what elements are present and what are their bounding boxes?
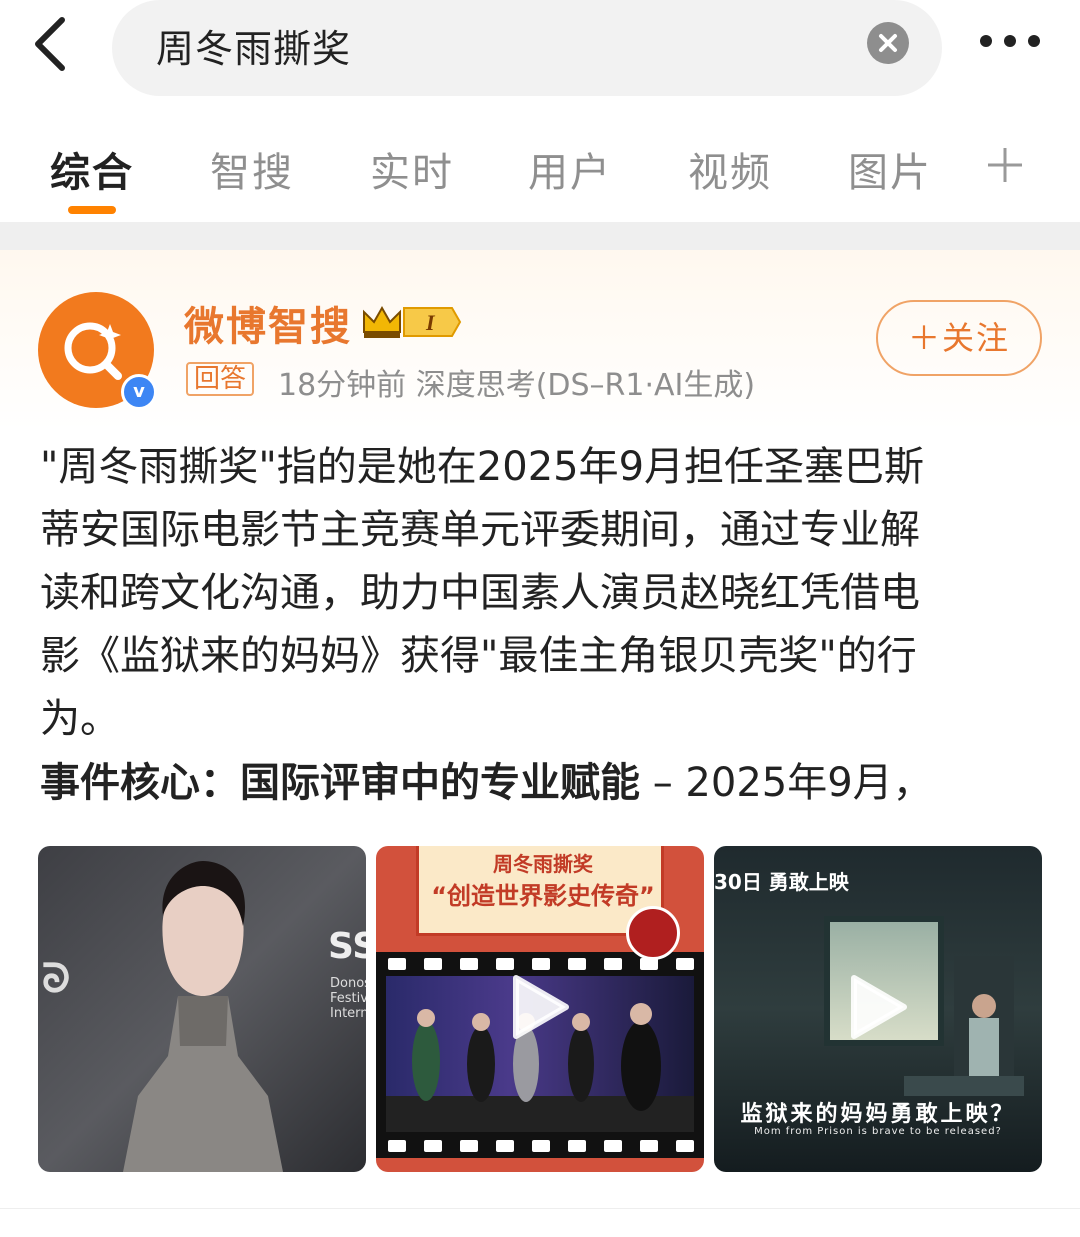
tab-yonghu[interactable]: 用户 [528,140,612,198]
tab-zonghe[interactable]: 综合 [50,140,134,198]
tab-shishi[interactable]: 实时 [370,140,454,198]
body-line: 影《监狱来的妈妈》获得"最佳主角银贝壳奖"的行 [40,633,917,679]
video-caption: 监狱来的妈妈勇敢上映？ [740,1102,1016,1127]
post-card[interactable]: v 微博智搜 I 回答 18分钟前 深度思考(DS–R1·AI生成) ＋关注 "… [0,250,1080,1210]
verified-icon: v [121,374,157,410]
portrait-image [123,861,283,1172]
active-tab-indicator [68,206,116,214]
back-icon[interactable] [28,12,76,72]
tab-zhisou[interactable]: 智搜 [210,140,294,198]
video-title: 周冬雨撕奖 [493,852,593,876]
subhead-bold: 事件核心：国际评审中的专业赋能 [40,760,640,806]
video-thumbnail[interactable]: 周冬雨撕奖 “创造世界影史传奇” [376,846,704,1172]
add-tab-icon[interactable] [986,146,1024,184]
body-line: "周冬雨撕奖"指的是她在2025年9月担任圣塞巴斯 [40,444,925,490]
search-input[interactable]: 周冬雨撕奖 [112,0,942,96]
post-subhead: 事件核心：国际评审中的专业赋能 – 2025年9月， [40,752,933,815]
festival-logo: ᘐ [42,956,71,1002]
bottom-edge [0,1208,1080,1237]
clear-icon[interactable] [867,22,909,64]
follow-button[interactable]: ＋关注 [876,300,1042,376]
search-header: 周冬雨撕奖 [0,0,1080,100]
festival-sign: SS [328,926,366,967]
image-thumbnail[interactable]: ᘐ SS DonosFestivIntern [38,846,366,1172]
crown-level-icon: I [360,302,466,342]
video-subtitle: “创造世界影史传奇” [431,882,655,910]
video-thumbnail[interactable]: 30日 勇敢上映 监狱来的妈妈勇敢上映？ Mom from Prison is … [714,846,1042,1172]
post-meta: 18分钟前 深度思考(DS–R1·AI生成) [278,368,756,403]
answer-tag: 回答 [186,362,255,396]
tab-shipin[interactable]: 视频 [688,140,772,198]
play-icon [851,975,907,1039]
section-divider [0,222,1080,250]
tab-bar: 综合 智搜 实时 用户 视频 图片 [0,128,1080,218]
author-name[interactable]: 微博智搜 [184,294,352,352]
mascot-icon [626,906,680,960]
tab-tupian[interactable]: 图片 [848,140,932,198]
body-line: 蒂安国际电影节主竞赛单元评委期间，通过专业解 [40,507,920,553]
play-icon [513,975,569,1039]
body-line: 为。 [40,696,120,742]
festival-sign-text: DonosFestivIntern [330,976,366,1021]
video-caption-en: Mom from Prison is brave to be released? [754,1126,1002,1137]
level-text: I [425,310,436,335]
search-query: 周冬雨撕奖 [156,27,352,71]
body-line: 读和跨文化沟通，助力中国素人演员赵晓红凭借电 [40,570,920,616]
subhead-rest: – 2025年9月， [640,760,933,806]
more-icon[interactable] [978,30,1042,52]
post-body[interactable]: "周冬雨撕奖"指的是她在2025年9月担任圣塞巴斯 蒂安国际电影节主竞赛单元评委… [40,436,1040,751]
